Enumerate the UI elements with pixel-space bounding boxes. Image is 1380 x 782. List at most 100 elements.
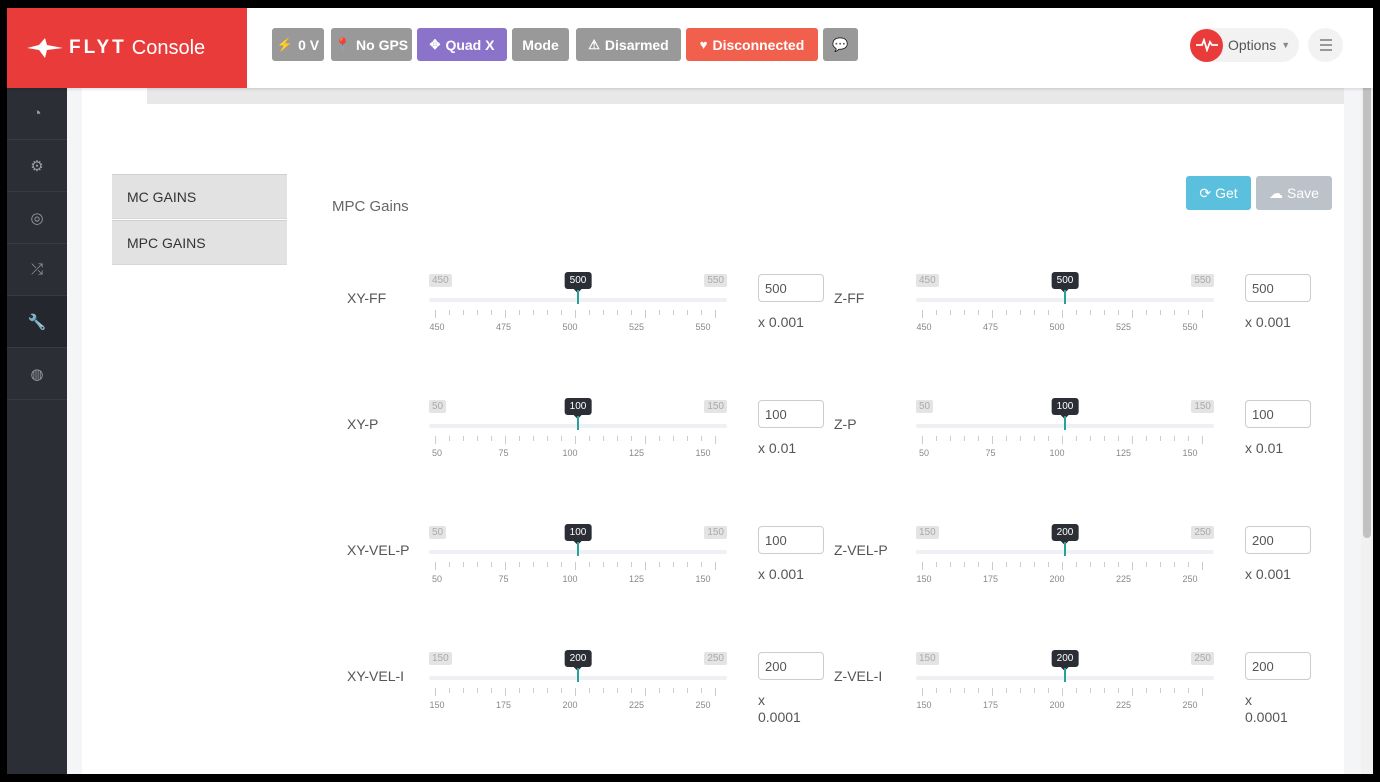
tick-mark [617, 688, 618, 693]
tick-label: 225 [1115, 574, 1132, 584]
status-arm-button[interactable]: ⚠ Disarmed [576, 28, 681, 61]
tick-mark [950, 562, 951, 567]
tick-label: 100 [562, 574, 578, 584]
gain-value-input[interactable] [1245, 274, 1311, 302]
tick-label: 50 [431, 574, 443, 584]
slider-handle[interactable] [1064, 416, 1066, 430]
tick-mark [491, 310, 492, 315]
gain-row-xy-ff: XY-FF 450 550 500 450 475 500 525 550 x 0.001 [347, 272, 827, 384]
hamburger-menu-button[interactable] [1308, 28, 1343, 62]
sidebar-item-target[interactable]: ◎ [7, 192, 67, 244]
tick-mark [1188, 562, 1189, 567]
tab-mpc-gains[interactable]: MPC GAINS [112, 220, 287, 265]
slider-handle[interactable] [577, 290, 579, 304]
gain-value-input[interactable] [758, 400, 824, 428]
slider-handle[interactable] [577, 416, 579, 430]
slider-ticks [916, 688, 1214, 696]
tick-label: 550 [1182, 322, 1198, 332]
get-button[interactable]: ⟳ Get [1186, 176, 1251, 210]
status-chat-button[interactable]: 💬 [823, 28, 858, 61]
status-mode-button[interactable]: Mode [512, 28, 569, 61]
tick-label: 475 [495, 322, 512, 332]
gain-value-input[interactable] [758, 652, 824, 680]
options-dropdown[interactable]: Options ▼ [1190, 28, 1299, 62]
slider-handle[interactable] [1064, 290, 1066, 304]
tick-mark [1188, 688, 1189, 693]
sidebar-item-gear[interactable]: ⚙ [7, 140, 67, 192]
gain-value-input[interactable] [1245, 400, 1311, 428]
tick-mark [491, 436, 492, 441]
tick-mark [491, 562, 492, 567]
bolt-icon: ⚡ [276, 37, 294, 52]
gain-slider[interactable]: 450 550 500 450 475 500 525 550 [429, 272, 727, 344]
slider-min-label: 450 [429, 274, 452, 287]
scrollbar-thumb[interactable] [1363, 48, 1371, 538]
sidebar-item-wrench[interactable]: 🔧 [7, 296, 67, 348]
tick-label: 250 [1182, 700, 1198, 710]
gain-slider[interactable]: 150 250 200 150 175 200 225 250 [916, 524, 1214, 596]
tick-mark [992, 436, 993, 444]
slider-handle[interactable] [1064, 668, 1066, 682]
tick-mark [1202, 562, 1203, 570]
tick-mark [1090, 436, 1091, 441]
tick-mark [715, 688, 716, 696]
tick-mark [1174, 436, 1175, 441]
status-voltage-button[interactable]: ⚡ 0 V [272, 28, 324, 61]
tick-mark [1202, 310, 1203, 318]
slider-value-bubble: 200 [1051, 524, 1079, 545]
tick-mark [673, 562, 674, 567]
slider-ticks [429, 562, 727, 570]
gain-value-input[interactable] [1245, 526, 1311, 554]
status-conn-label: Disconnected [712, 36, 805, 53]
slider-tick-labels: 50 75 100 125 150 [429, 574, 727, 586]
save-button[interactable]: ☁ Save [1256, 176, 1332, 210]
section-title: MPC Gains [332, 198, 409, 215]
gain-value-input[interactable] [758, 274, 824, 302]
slider-min-label: 50 [916, 400, 934, 413]
tick-mark [603, 562, 604, 567]
tick-mark [701, 310, 702, 315]
tick-mark [978, 688, 979, 693]
slider-handle[interactable] [577, 542, 579, 556]
tick-mark [631, 688, 632, 693]
slider-min-label: 50 [429, 526, 447, 539]
gain-row-z-vel-p: Z-VEL-P 150 250 200 150 175 200 225 250 x 0.001 [834, 524, 1314, 636]
tick-mark [922, 310, 923, 318]
sidebar-item-shuffle[interactable]: ⤮ [7, 244, 67, 296]
brand-logo[interactable]: FLYT Console [7, 8, 247, 88]
tick-mark [589, 436, 590, 441]
status-conn-button[interactable]: ♥ Disconnected [686, 28, 818, 61]
sidebar-item-dashboard[interactable]: ◔ [7, 88, 67, 140]
gain-value-input[interactable] [758, 526, 824, 554]
tick-mark [477, 436, 478, 441]
vertical-scrollbar[interactable] [1361, 8, 1373, 774]
slider-ticks [916, 562, 1214, 570]
tick-mark [659, 688, 660, 693]
gain-slider[interactable]: 450 550 500 450 475 500 525 550 [916, 272, 1214, 344]
gain-slider[interactable]: 150 250 200 150 175 200 225 250 [429, 650, 727, 722]
tick-mark [1076, 562, 1077, 567]
gain-value-input[interactable] [1245, 652, 1311, 680]
status-frame-button[interactable]: ✥ Quad X [417, 28, 507, 61]
tick-mark [477, 310, 478, 315]
tick-mark [1104, 436, 1105, 441]
gain-slider[interactable]: 50 150 100 50 75 100 125 150 [916, 398, 1214, 470]
gain-slider[interactable]: 50 150 100 50 75 100 125 150 [429, 524, 727, 596]
tab-mc-gains[interactable]: MC GAINS [112, 174, 287, 219]
gain-slider[interactable]: 50 150 100 50 75 100 125 150 [429, 398, 727, 470]
warning-icon: ⚠ [588, 37, 600, 52]
status-gps-button[interactable]: 📍 No GPS [331, 28, 412, 61]
hamburger-line [1319, 39, 1332, 41]
slider-handle[interactable] [1064, 542, 1066, 556]
tick-mark [1174, 688, 1175, 693]
gain-unit-label: x 0.01 [1245, 440, 1284, 456]
slider-value-bubble: 200 [1051, 650, 1079, 671]
gain-label: XY-P [347, 416, 379, 432]
tick-mark [505, 688, 506, 696]
tick-mark [1048, 688, 1049, 693]
slider-handle[interactable] [577, 668, 579, 682]
gain-slider[interactable]: 150 250 200 150 175 200 225 250 [916, 650, 1214, 722]
sidebar-item-globe[interactable]: ◍ [7, 348, 67, 400]
tick-mark [561, 562, 562, 567]
wrench-icon: 🔧 [27, 313, 47, 331]
